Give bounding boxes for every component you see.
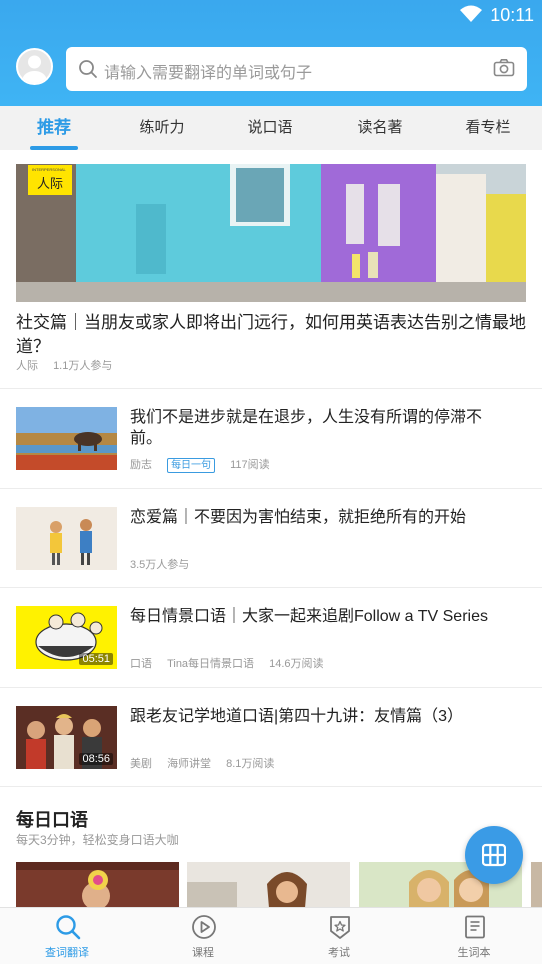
category-tabs: 推荐 练听力 说口语 读名著 看专栏 [0, 106, 542, 150]
list-item-reads: 14.6万阅读 [269, 658, 324, 670]
list-item-category: 励志 [130, 459, 152, 471]
list-item-author: 海师讲堂 [167, 758, 212, 770]
list-item-category: 美剧 [130, 758, 152, 770]
grid-menu-button[interactable] [465, 826, 523, 884]
status-time: 10:11 [490, 5, 534, 25]
divider [0, 786, 542, 787]
list-item-title: 我们不是进步就是在退步，人生没有所谓的停滞不前。 [130, 409, 483, 447]
section-subtitle: 每天3分钟，轻松变身口语大咖 [16, 833, 179, 847]
search-icon [56, 915, 81, 940]
list-item-thumbnail: 08:56 [16, 706, 117, 769]
tab-columns[interactable]: 看专栏 [458, 106, 518, 150]
daily-card[interactable] [531, 862, 542, 908]
tab-label: 推荐 [37, 118, 71, 137]
tab-speaking[interactable]: 说口语 [240, 106, 300, 150]
badge-label: 人际 [37, 176, 64, 191]
hero-title[interactable]: 社交篇｜当朋友或家人即将出门远行，如何用英语表达告别之情最地道？ [16, 311, 526, 359]
tab-label: 看专栏 [465, 119, 511, 136]
search-bar[interactable]: 请输入需要翻译的单词或句子 [66, 47, 527, 91]
badge-caption: INTERPERSONAL [32, 167, 66, 172]
card-image [16, 862, 179, 908]
category-badge: INTERPERSONAL 人际 [28, 165, 72, 195]
list-item[interactable]: 恋爱篇｜不要因为害怕结束，就拒绝所有的开始 3.5万人参与 [0, 489, 542, 587]
video-duration: 05:51 [79, 653, 113, 665]
nav-label: 查词翻译 [45, 947, 89, 959]
tab-classics[interactable]: 读名著 [350, 106, 410, 150]
card-image [187, 862, 350, 908]
nav-label: 课程 [192, 947, 214, 959]
nav-exam[interactable]: 考试 [289, 908, 389, 964]
list-item-thumbnail [16, 507, 117, 570]
person-icon [22, 55, 47, 83]
user-avatar[interactable] [16, 48, 53, 85]
hero-participants: 1.1万人参与 [53, 360, 113, 372]
list-item-reads: 117阅读 [230, 459, 270, 471]
list-item-reads: 8.1万阅读 [226, 758, 275, 770]
tab-listening[interactable]: 练听力 [132, 106, 192, 150]
nav-vocabulary[interactable]: 生词本 [424, 908, 524, 964]
search-input[interactable]: 请输入需要翻译的单词或句子 [104, 59, 312, 83]
list-item-thumbnail [16, 407, 117, 470]
list-item[interactable]: 我们不是进步就是在退步，人生没有所谓的停滞不前。 励志 每日一句 117阅读 [0, 389, 542, 487]
list-item-meta: 励志 每日一句 117阅读 [130, 456, 282, 473]
list-item-title: 跟老友记学地道口语|第四十九讲：友情篇（3） [130, 708, 464, 725]
list-item-meta: 美剧 海师讲堂 8.1万阅读 [130, 755, 286, 771]
nav-label: 考试 [328, 947, 350, 959]
list-item-meta: 口语 Tina每日情景口语 14.6万阅读 [130, 655, 336, 671]
hero-image[interactable] [16, 164, 526, 302]
status-bar: 10:11 [0, 0, 542, 30]
tab-label: 说口语 [247, 119, 293, 136]
video-duration: 08:56 [79, 753, 113, 765]
hero-category: 人际 [16, 360, 38, 372]
play-circle-icon [192, 915, 216, 939]
list-item-participants: 3.5万人参与 [130, 559, 190, 571]
notebook-icon [465, 915, 485, 939]
list-item-category: 口语 [130, 658, 152, 670]
tab-label: 练听力 [139, 119, 185, 136]
nav-dictionary[interactable]: 查词翻译 [17, 908, 117, 964]
hero-illustration [16, 164, 526, 302]
tab-label: 读名著 [357, 119, 403, 136]
list-item-author: Tina每日情景口语 [167, 658, 255, 670]
daily-card[interactable] [187, 862, 350, 908]
exam-badge-icon [330, 916, 350, 939]
hero-meta: 人际 1.1万人参与 [16, 357, 124, 373]
list-item-meta: 3.5万人参与 [130, 556, 201, 572]
list-item-thumbnail: 05:51 [16, 606, 117, 669]
bottom-nav: 查词翻译 课程 考试 生词本 [0, 907, 542, 964]
nav-courses[interactable]: 课程 [153, 908, 253, 964]
tab-recommend[interactable]: 推荐 [30, 106, 78, 150]
daily-card[interactable] [16, 862, 179, 908]
list-item-title: 恋爱篇｜不要因为害怕结束，就拒绝所有的开始 [130, 509, 467, 526]
camera-icon[interactable] [493, 58, 515, 78]
search-icon [79, 60, 97, 78]
section-title: 每日口语 [16, 810, 88, 830]
card-image [531, 862, 542, 908]
nav-label: 生词本 [457, 947, 491, 959]
app-header: 10:11 请输入需要翻译的单词或句子 [0, 0, 542, 106]
wifi-icon [460, 5, 482, 22]
grid-icon [482, 843, 506, 867]
list-item[interactable]: 05:51 每日情景口语｜大家一起来追剧Follow a TV Series 口… [0, 588, 542, 686]
daily-sentence-tag: 每日一句 [167, 458, 216, 473]
tab-active-indicator [30, 146, 78, 150]
list-item-title: 每日情景口语｜大家一起来追剧Follow a TV Series [130, 608, 488, 625]
list-item[interactable]: 08:56 跟老友记学地道口语|第四十九讲：友情篇（3） 美剧 海师讲堂 8.1… [0, 688, 542, 786]
